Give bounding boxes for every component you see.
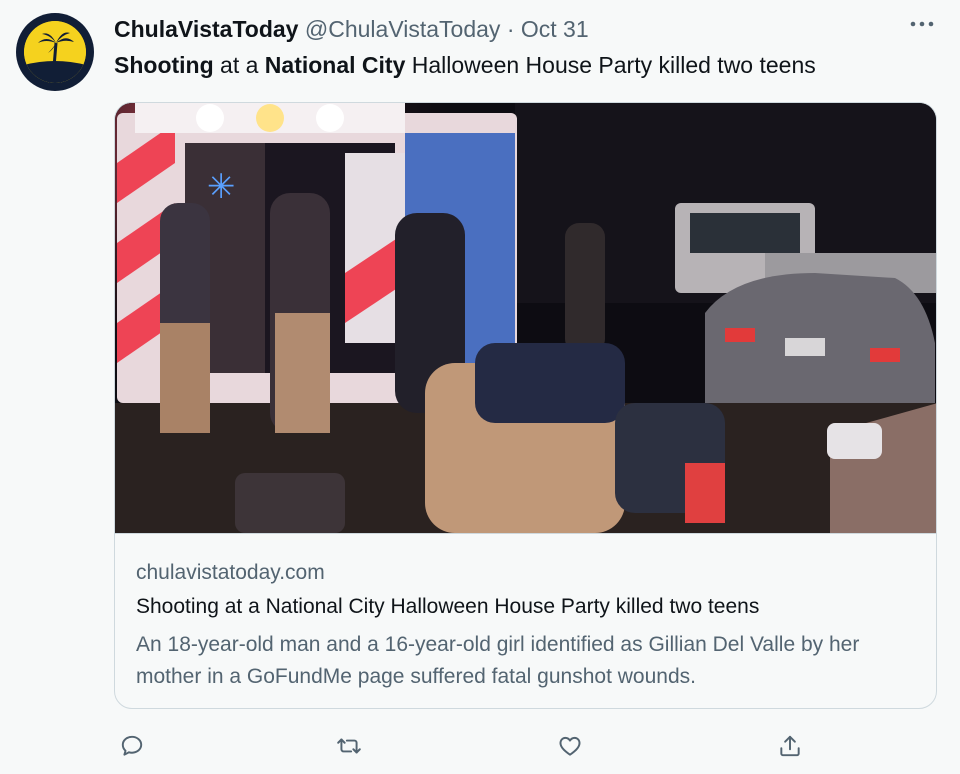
tweet-text-bold-3: National City (264, 52, 406, 78)
tweet-date[interactable]: Oct 31 (521, 16, 589, 42)
svg-text:✳: ✳ (207, 167, 236, 207)
display-name[interactable]: ChulaVistaToday (114, 16, 298, 42)
like-icon[interactable] (552, 728, 588, 764)
separator-dot: · (506, 16, 515, 42)
card-image[interactable]: ✳ (115, 103, 936, 533)
tweet-text-span-2: at a (213, 52, 265, 78)
tweet[interactable]: ChulaVistaToday @ChulaVistaToday · Oct 3… (0, 0, 960, 774)
reply-icon[interactable] (114, 728, 150, 764)
palm-tree-logo-icon (24, 21, 86, 83)
tweet-text-span-4: Halloween House Party killed two teens (405, 52, 816, 78)
link-card[interactable]: ✳ chulavistatoday.com Shooting at a Nati… (114, 102, 937, 709)
share-icon[interactable] (772, 728, 808, 764)
card-title: Shooting at a National City Halloween Ho… (136, 595, 760, 618)
handle[interactable]: @ChulaVistaToday (305, 16, 501, 42)
card-description: An 18-year-old man and a 16-year-old gir… (136, 633, 860, 688)
card-body[interactable]: chulavistatoday.com Shooting at a Nation… (115, 533, 936, 708)
tweet-text-bold-1: Shooting (114, 52, 214, 78)
tweet-header: ChulaVistaToday @ChulaVistaToday · Oct 3… (114, 14, 589, 44)
news-photo-icon: ✳ (115, 103, 936, 533)
card-domain: chulavistatoday.com (136, 561, 325, 584)
action-bar (114, 728, 934, 764)
retweet-icon[interactable] (331, 728, 367, 764)
avatar[interactable] (16, 13, 94, 91)
tweet-text: Shooting at a National City Halloween Ho… (114, 50, 816, 80)
more-options-icon[interactable] (908, 10, 936, 45)
